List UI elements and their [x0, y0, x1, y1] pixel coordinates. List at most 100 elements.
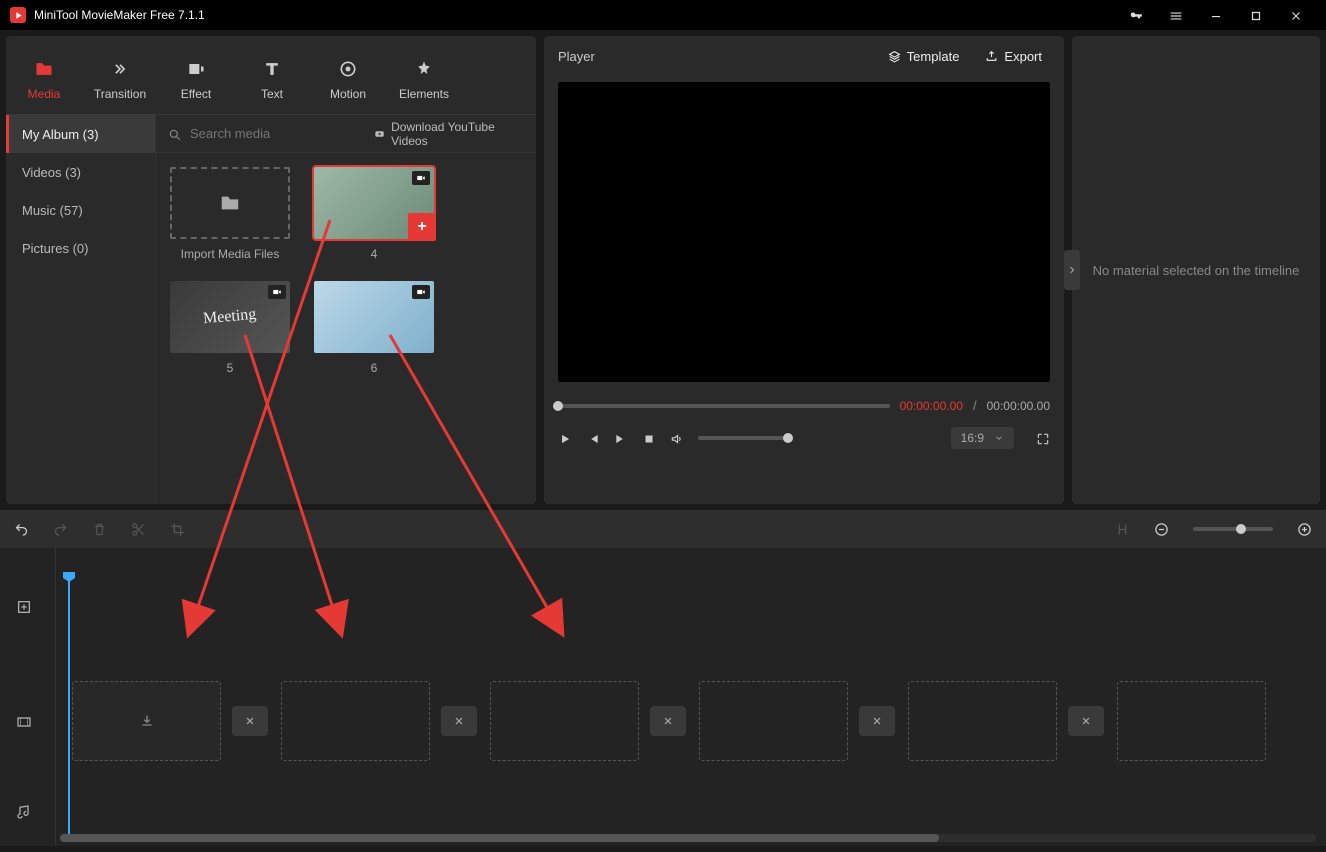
add-to-timeline-button[interactable]: +	[408, 213, 436, 241]
chevron-right-icon	[1066, 264, 1078, 276]
play-button[interactable]	[558, 430, 572, 446]
transition-slot-4[interactable]	[859, 706, 895, 736]
stop-button[interactable]	[642, 430, 656, 446]
layers-icon	[888, 50, 901, 63]
collapse-inspector-button[interactable]	[1064, 250, 1080, 290]
search-icon	[168, 125, 182, 141]
timeline-slot-4[interactable]	[699, 681, 848, 761]
tab-effect[interactable]: Effect	[158, 44, 234, 114]
app-title: MiniTool MovieMaker Free 7.1.1	[34, 8, 205, 22]
volume-slider[interactable]	[698, 436, 788, 440]
zoom-out-button[interactable]	[1154, 521, 1169, 538]
tab-elements-label: Elements	[399, 87, 449, 101]
redo-button[interactable]	[53, 521, 68, 538]
media-thumb-4[interactable]: + 4	[314, 167, 434, 261]
tab-elements[interactable]: Elements	[386, 44, 462, 114]
transition-icon	[110, 58, 130, 81]
thumb-5-label: 5	[227, 361, 234, 375]
thumb-5-image[interactable]: Meeting	[170, 281, 290, 353]
time-total: 00:00:00.00	[987, 399, 1050, 413]
audio-track-icon	[16, 803, 32, 821]
text-icon	[262, 58, 282, 81]
video-badge-icon	[412, 285, 430, 299]
snap-button[interactable]	[1115, 521, 1130, 538]
tab-text-label: Text	[261, 87, 283, 101]
transition-slot-1[interactable]	[232, 706, 268, 736]
add-track-icon[interactable]	[16, 598, 32, 616]
media-thumb-5[interactable]: Meeting 5	[170, 281, 290, 375]
thumb-4-label: 4	[371, 247, 378, 261]
sidebar-item-music[interactable]: Music (57)	[6, 191, 155, 229]
sidebar-item-videos[interactable]: Videos (3)	[6, 153, 155, 191]
download-youtube-label: Download YouTube Videos	[391, 120, 524, 148]
tab-motion-label: Motion	[330, 87, 366, 101]
tab-text[interactable]: Text	[234, 44, 310, 114]
video-track-icon	[16, 713, 32, 731]
video-badge-icon	[412, 171, 430, 185]
minimize-icon[interactable]	[1196, 7, 1236, 23]
motion-icon	[338, 58, 358, 81]
video-track[interactable]	[56, 678, 1326, 764]
thumb-4-image[interactable]: +	[314, 167, 434, 239]
timeline-slot-5[interactable]	[908, 681, 1057, 761]
main-tabs: Media Transition Effect Text Motion Elem…	[6, 36, 536, 115]
close-icon[interactable]	[1276, 7, 1316, 23]
tab-effect-label: Effect	[181, 87, 211, 101]
template-button[interactable]: Template	[880, 45, 968, 68]
media-thumb-6[interactable]: 6	[314, 281, 434, 375]
volume-icon[interactable]	[670, 430, 684, 446]
crop-button[interactable]	[170, 521, 185, 538]
zoom-slider[interactable]	[1193, 527, 1273, 531]
timeline-slot-2[interactable]	[281, 681, 430, 761]
sidebar-item-pictures[interactable]: Pictures (0)	[6, 229, 155, 267]
video-badge-icon	[268, 285, 286, 299]
media-thumbnails: Import Media Files + 4 Meeting	[156, 153, 536, 389]
search-input[interactable]	[190, 126, 366, 141]
prev-button[interactable]	[586, 430, 600, 446]
tab-transition-label: Transition	[94, 87, 146, 101]
import-media-cell[interactable]: Import Media Files	[170, 167, 290, 261]
tab-transition[interactable]: Transition	[82, 44, 158, 114]
timeline-slot-6[interactable]	[1117, 681, 1266, 761]
timeline-slot-3[interactable]	[490, 681, 639, 761]
drop-here-icon	[139, 712, 155, 730]
tab-motion[interactable]: Motion	[310, 44, 386, 114]
timeline-toolbar	[0, 510, 1326, 548]
download-youtube-button[interactable]: Download YouTube Videos	[374, 120, 524, 148]
maximize-icon[interactable]	[1236, 7, 1276, 23]
timeline[interactable]	[0, 548, 1326, 846]
aspect-ratio-value: 16:9	[961, 431, 984, 445]
split-button[interactable]	[131, 521, 146, 538]
time-current: 00:00:00.00	[900, 399, 963, 413]
undo-button[interactable]	[14, 521, 29, 538]
thumb-6-image[interactable]	[314, 281, 434, 353]
time-separator: /	[973, 398, 977, 413]
next-button[interactable]	[614, 430, 628, 446]
import-media-thumb[interactable]	[170, 167, 290, 239]
menu-icon[interactable]	[1156, 7, 1196, 23]
export-button[interactable]: Export	[977, 45, 1050, 68]
thumb-6-label: 6	[371, 361, 378, 375]
effect-icon	[186, 58, 206, 81]
seek-bar[interactable]	[558, 404, 890, 408]
elements-icon	[414, 58, 434, 81]
timeline-slot-1[interactable]	[72, 681, 221, 761]
zoom-in-button[interactable]	[1297, 521, 1312, 538]
transition-slot-3[interactable]	[650, 706, 686, 736]
player-title: Player	[558, 49, 870, 64]
fullscreen-button[interactable]	[1036, 430, 1050, 446]
inspector-panel: No material selected on the timeline	[1072, 36, 1320, 504]
folder-icon	[34, 58, 54, 81]
media-panel: Media Transition Effect Text Motion Elem…	[6, 36, 536, 504]
aspect-ratio-select[interactable]: 16:9	[951, 427, 1014, 449]
tab-media[interactable]: Media	[6, 44, 82, 114]
sidebar-item-myalbum[interactable]: My Album (3)	[6, 115, 155, 153]
key-icon[interactable]	[1116, 7, 1156, 23]
inspector-empty-text: No material selected on the timeline	[1093, 263, 1300, 278]
export-label: Export	[1004, 49, 1042, 64]
transition-slot-5[interactable]	[1068, 706, 1104, 736]
delete-button[interactable]	[92, 521, 107, 538]
timeline-scrollbar[interactable]	[60, 834, 1316, 842]
transition-slot-2[interactable]	[441, 706, 477, 736]
folder-plus-icon	[219, 192, 241, 214]
